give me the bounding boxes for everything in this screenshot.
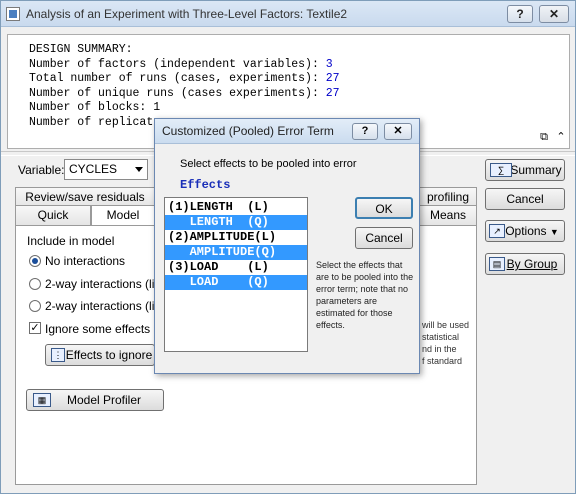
chevron-down-icon bbox=[135, 167, 143, 172]
help-button[interactable]: ? bbox=[507, 5, 533, 23]
effect-item[interactable]: (1)LENGTH (L) bbox=[165, 200, 307, 215]
two-way-interactions-radio[interactable] bbox=[29, 278, 41, 290]
ignore-effects-checkbox[interactable]: ✓ bbox=[29, 322, 41, 334]
dialog-help-button[interactable]: ? bbox=[352, 123, 378, 140]
by-group-button[interactable]: ▤ By Group bbox=[485, 253, 565, 275]
no-interactions-label: No interactions bbox=[45, 254, 126, 268]
variable-label: Variable: bbox=[18, 163, 65, 177]
options-button[interactable]: ↗ Options ▼ bbox=[485, 220, 565, 242]
title-bar: Analysis of an Experiment with Three-Lev… bbox=[1, 1, 575, 27]
ignore-effects-label: Ignore some effects bbox=[45, 322, 151, 336]
no-interactions-radio[interactable] bbox=[29, 255, 41, 267]
effect-item-selected[interactable]: LENGTH (Q) bbox=[165, 215, 307, 230]
model-profiler-button[interactable]: ▦ Model Profiler bbox=[26, 389, 164, 411]
variable-value: CYCLES bbox=[69, 162, 118, 176]
effect-item-selected[interactable]: AMPLITUDE(Q) bbox=[165, 245, 307, 260]
note-line: nd in the bbox=[422, 344, 457, 354]
summary-button[interactable]: ∑ Summary bbox=[485, 159, 565, 181]
summary-line-label: Number of unique runs (cases experiments… bbox=[29, 86, 326, 100]
summary-line-value: 27 bbox=[325, 72, 340, 85]
two-way-interactions-alt-radio[interactable] bbox=[29, 300, 41, 312]
window-title: Analysis of an Experiment with Three-Lev… bbox=[26, 7, 348, 21]
dialog-help-text: Select the effects that are to be pooled… bbox=[316, 260, 414, 330]
effect-item-selected[interactable]: LOAD (Q) bbox=[165, 275, 307, 290]
summary-heading: DESIGN SUMMARY: bbox=[29, 43, 133, 56]
dropdown-arrow-icon: ▼ bbox=[549, 227, 559, 237]
dialog-close-button[interactable]: ✕ bbox=[384, 123, 412, 140]
effect-item[interactable]: (3)LOAD (L) bbox=[165, 260, 307, 275]
partial-note-text: will be used statistical nd in the f sta… bbox=[422, 319, 469, 367]
summary-line-label: Number of blocks: bbox=[29, 101, 154, 114]
app-icon bbox=[6, 7, 20, 21]
ok-button[interactable]: OK bbox=[355, 197, 413, 219]
effects-header: Effects bbox=[180, 178, 231, 192]
copy-icon[interactable]: ⧉ bbox=[537, 131, 551, 144]
close-button[interactable]: ✕ bbox=[539, 5, 569, 23]
profiler-icon: ▦ bbox=[33, 393, 51, 407]
note-line: statistical bbox=[422, 332, 460, 342]
summary-line-label: Number of factors (independent variables… bbox=[29, 57, 326, 71]
summary-line-label: Total number of runs (cases, experiments… bbox=[29, 72, 326, 85]
options-icon: ↗ bbox=[489, 224, 505, 238]
tab-quick[interactable]: Quick bbox=[15, 205, 91, 226]
pooled-error-term-dialog: Customized (Pooled) Error Term ? ✕ Selec… bbox=[154, 118, 420, 374]
summary-line-value: 27 bbox=[325, 86, 340, 100]
dialog-title: Customized (Pooled) Error Term bbox=[162, 124, 334, 138]
summary-icon: ∑ bbox=[490, 163, 512, 177]
tab-model[interactable]: Model bbox=[91, 205, 155, 226]
dialog-title-bar: Customized (Pooled) Error Term ? ✕ bbox=[155, 119, 419, 144]
effects-icon: ⋮ bbox=[51, 348, 65, 362]
by-group-icon: ▤ bbox=[489, 257, 505, 271]
note-line: f standard bbox=[422, 356, 463, 366]
summary-line-value: 1 bbox=[153, 101, 161, 114]
effects-listbox[interactable]: (1)LENGTH (L) LENGTH (Q) (2)AMPLITUDE(L)… bbox=[164, 197, 308, 352]
dialog-prompt: Select effects to be pooled into error bbox=[180, 158, 357, 170]
note-line: will be used bbox=[422, 320, 470, 330]
effects-to-ignore-button[interactable]: ⋮ Effects to ignore bbox=[45, 344, 155, 366]
summary-line-label: Number of replicat bbox=[29, 115, 154, 129]
summary-line-value: 3 bbox=[325, 57, 333, 71]
dialog-cancel-button[interactable]: Cancel bbox=[355, 227, 413, 249]
collapse-icon[interactable]: ⌃ bbox=[554, 131, 568, 144]
variable-select[interactable]: CYCLES bbox=[64, 159, 148, 180]
tab-means[interactable]: Means bbox=[419, 205, 477, 226]
model-profiler-label: Model Profiler bbox=[66, 393, 142, 407]
effect-item[interactable]: (2)AMPLITUDE(L) bbox=[165, 230, 307, 245]
include-in-model-label: Include in model bbox=[27, 234, 115, 248]
cancel-button[interactable]: Cancel bbox=[485, 188, 565, 210]
